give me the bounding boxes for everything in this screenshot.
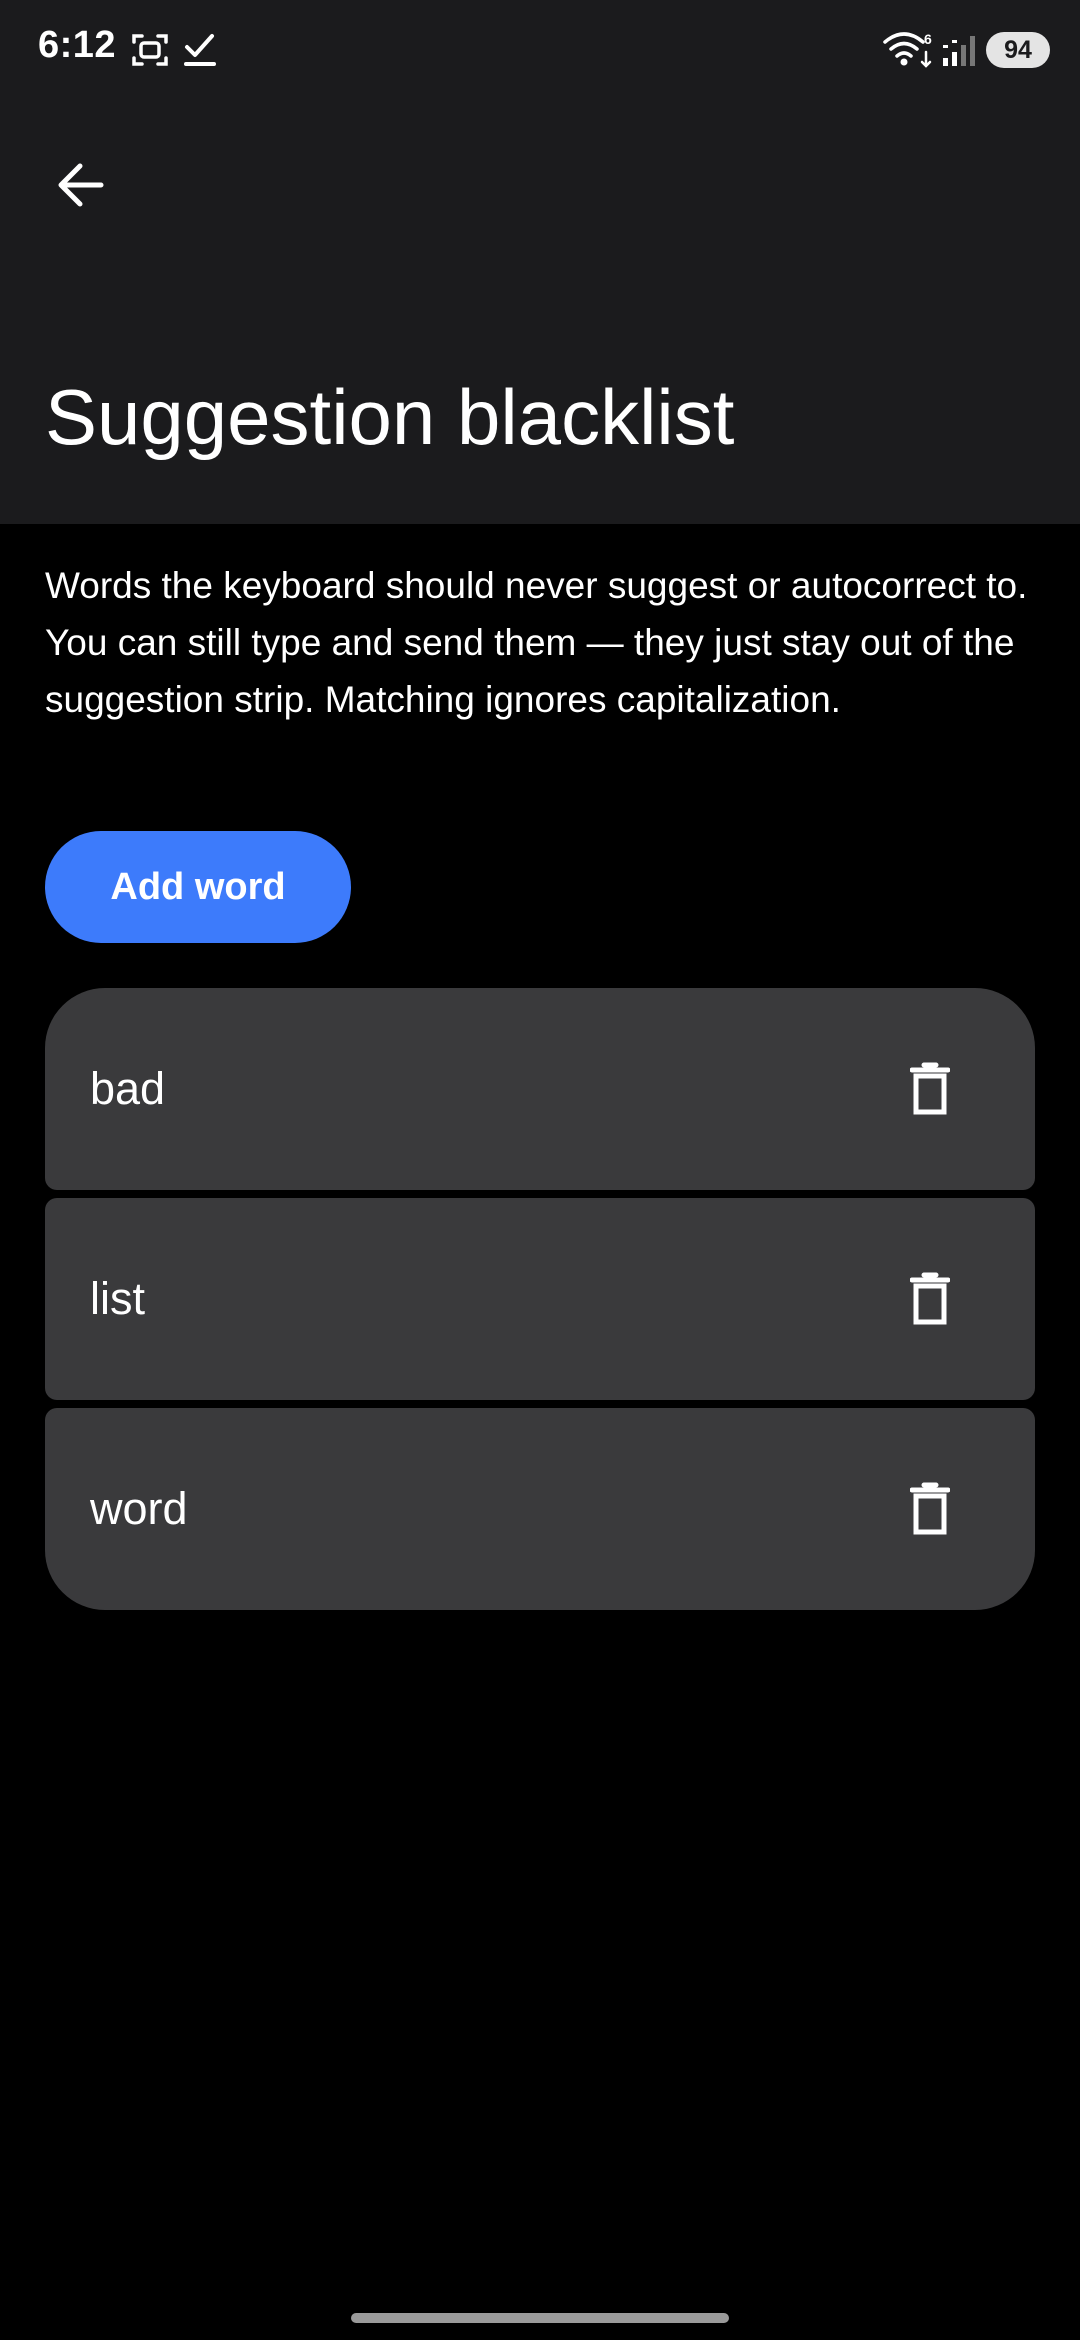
list-item: bad [45,988,1035,1190]
word-label: list [90,1273,145,1324]
trash-icon [910,1482,950,1535]
trash-icon [910,1062,950,1115]
battery-icon: 94 [986,32,1050,68]
word-label: word [90,1483,188,1534]
signal-icon [940,30,980,70]
delete-button[interactable] [885,1044,975,1134]
word-list: bad list word [45,988,1035,1618]
screenshot-icon [130,30,170,70]
wifi-badge: 6 [924,31,932,47]
wifi-icon: 6 [882,30,936,70]
list-item: list [45,1198,1035,1400]
home-indicator[interactable] [351,2313,729,2323]
description-text: Words the keyboard should never suggest … [45,565,1028,720]
word-label: bad [90,1063,166,1114]
status-time: 6:12 [38,24,117,66]
arrow-left-icon [58,163,104,207]
check-icon [180,30,220,70]
status-bar: 6:12 6 94 [0,0,1080,100]
back-button[interactable] [36,150,124,220]
delete-button[interactable] [885,1464,975,1554]
list-item: word [45,1408,1035,1610]
page-title: Suggestion blacklist [45,373,735,461]
add-word-button[interactable]: Add word [45,831,351,943]
trash-icon [910,1272,950,1325]
app-bar: 6:12 6 94 Suggestion blacklist [0,0,1080,524]
delete-button[interactable] [885,1254,975,1344]
